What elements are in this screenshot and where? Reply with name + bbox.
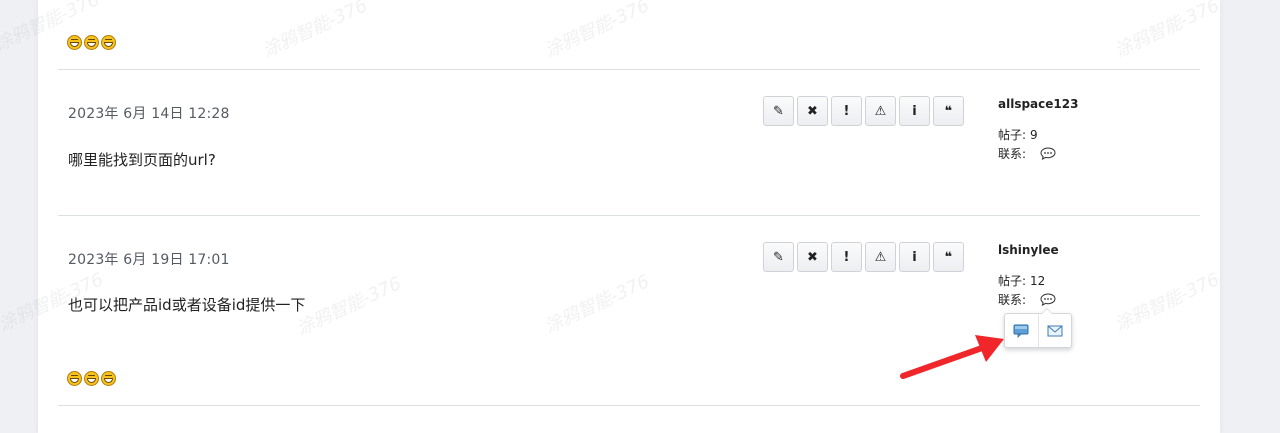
warning-icon: ⚠ <box>874 103 887 119</box>
author-contact: 联系: <box>998 145 1056 163</box>
grin-emoji-icon <box>101 35 116 50</box>
post-toolbar: ✎ ✖ ! ⚠ i ❝ <box>763 96 964 126</box>
divider <box>58 215 1200 216</box>
posts-label: 帖子: <box>998 274 1027 288</box>
post-author[interactable]: allspace123 <box>998 97 1078 111</box>
contact-label: 联系: <box>998 293 1027 307</box>
exclamation-icon: ! <box>843 249 850 265</box>
info-button[interactable]: i <box>899 242 930 272</box>
quote-icon: ❝ <box>944 103 953 119</box>
warning-icon: ⚠ <box>874 249 887 265</box>
email-icon <box>1047 325 1063 336</box>
speech-bubble-icon[interactable] <box>1040 146 1056 163</box>
posts-count: 12 <box>1030 274 1046 288</box>
grin-emoji-icon <box>101 371 116 386</box>
delete-button[interactable]: ✖ <box>797 96 828 126</box>
contact-popover <box>1004 308 1072 348</box>
edit-button[interactable]: ✎ <box>763 96 794 126</box>
delete-button[interactable]: ✖ <box>797 242 828 272</box>
grin-emoji-icon <box>84 371 99 386</box>
speech-bubble-icon[interactable] <box>1040 292 1056 309</box>
edit-button[interactable]: ✎ <box>763 242 794 272</box>
info-icon: i <box>912 103 917 119</box>
contact-label: 联系: <box>998 147 1027 161</box>
quote-button[interactable]: ❝ <box>933 96 964 126</box>
quote-button[interactable]: ❝ <box>933 242 964 272</box>
author-contact: 联系: <box>998 291 1056 309</box>
pencil-icon: ✎ <box>773 103 784 119</box>
info-button[interactable]: i <box>899 96 930 126</box>
close-icon: ✖ <box>807 249 818 265</box>
author-post-count: 帖子: 9 <box>998 126 1038 143</box>
posts-label: 帖子: <box>998 128 1027 142</box>
quote-icon: ❝ <box>944 249 953 265</box>
post-body: 哪里能找到页面的url? <box>68 151 216 169</box>
divider <box>58 69 1200 70</box>
post-author[interactable]: lshinylee <box>998 243 1059 257</box>
grin-emoji-icon <box>67 371 82 386</box>
report-button[interactable]: ! <box>831 242 862 272</box>
posts-count: 9 <box>1030 128 1038 142</box>
content-panel <box>38 0 1220 433</box>
divider <box>58 405 1200 406</box>
close-icon: ✖ <box>807 103 818 119</box>
message-icon <box>1013 324 1029 338</box>
post-body: 也可以把产品id或者设备id提供一下 <box>68 296 306 314</box>
emoji-row <box>67 371 116 386</box>
author-post-count: 帖子: 12 <box>998 272 1045 289</box>
post-date: 2023年 6月 19日 17:01 <box>68 252 230 268</box>
warn-button[interactable]: ⚠ <box>865 242 896 272</box>
exclamation-icon: ! <box>843 103 850 119</box>
warn-button[interactable]: ⚠ <box>865 96 896 126</box>
emoji-row <box>67 35 116 50</box>
pencil-icon: ✎ <box>773 249 784 265</box>
info-icon: i <box>912 249 917 265</box>
grin-emoji-icon <box>84 35 99 50</box>
post-date: 2023年 6月 14日 12:28 <box>68 106 230 122</box>
send-message-button[interactable] <box>1005 314 1038 347</box>
report-button[interactable]: ! <box>831 96 862 126</box>
grin-emoji-icon <box>67 35 82 50</box>
send-email-button[interactable] <box>1037 314 1072 347</box>
post-toolbar: ✎ ✖ ! ⚠ i ❝ <box>763 242 964 272</box>
